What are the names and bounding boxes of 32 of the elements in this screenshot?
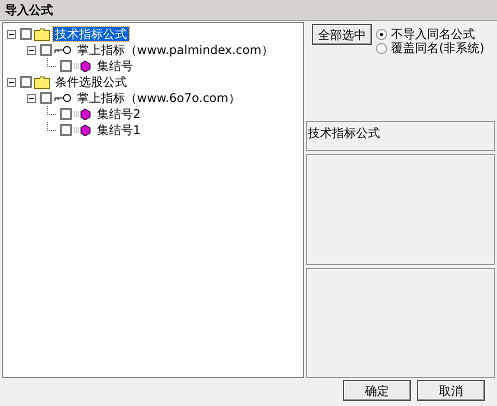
formula-icon xyxy=(74,124,92,136)
checkbox[interactable] xyxy=(60,124,72,136)
checkbox[interactable] xyxy=(60,108,72,120)
select-all-button[interactable]: 全部选中 xyxy=(312,24,372,45)
key-icon xyxy=(54,93,72,103)
formula-icon xyxy=(74,60,92,72)
dialog-button[interactable]: 取消 xyxy=(417,380,485,401)
dialog-button[interactable]: 确定 xyxy=(343,380,411,401)
info-label: 技术指标公式 xyxy=(306,121,495,151)
tree-item[interactable]: 条件选股公式 xyxy=(53,75,129,89)
checkbox[interactable] xyxy=(60,60,72,72)
folder-icon xyxy=(34,76,50,88)
expander-icon[interactable] xyxy=(7,30,16,38)
tree-item[interactable]: 掌上指标（www.6o7o.com） xyxy=(75,91,242,105)
radio-option[interactable]: 不导入同名公式 xyxy=(376,27,484,41)
folder-icon xyxy=(34,28,50,40)
checkbox[interactable] xyxy=(20,28,32,40)
formula-icon xyxy=(74,108,92,120)
radio-option[interactable]: 覆盖同名(非系统) xyxy=(376,41,484,55)
expander-icon[interactable] xyxy=(27,94,36,102)
tree-item[interactable]: 集结号 xyxy=(95,59,135,73)
tree-item[interactable]: 技术指标公式 xyxy=(53,27,129,41)
tree-item[interactable]: 掌上指标（www.palmindex.com） xyxy=(75,43,276,57)
key-icon xyxy=(54,45,72,55)
expander-icon[interactable] xyxy=(7,78,16,86)
checkbox[interactable] xyxy=(40,92,52,104)
tree-item[interactable]: 集结号1 xyxy=(95,123,143,137)
checkbox[interactable] xyxy=(40,44,52,56)
expander-icon[interactable] xyxy=(27,46,36,54)
tree-item[interactable]: 集结号2 xyxy=(95,107,143,121)
window-title: 导入公式 xyxy=(0,0,497,21)
checkbox[interactable] xyxy=(20,76,32,88)
